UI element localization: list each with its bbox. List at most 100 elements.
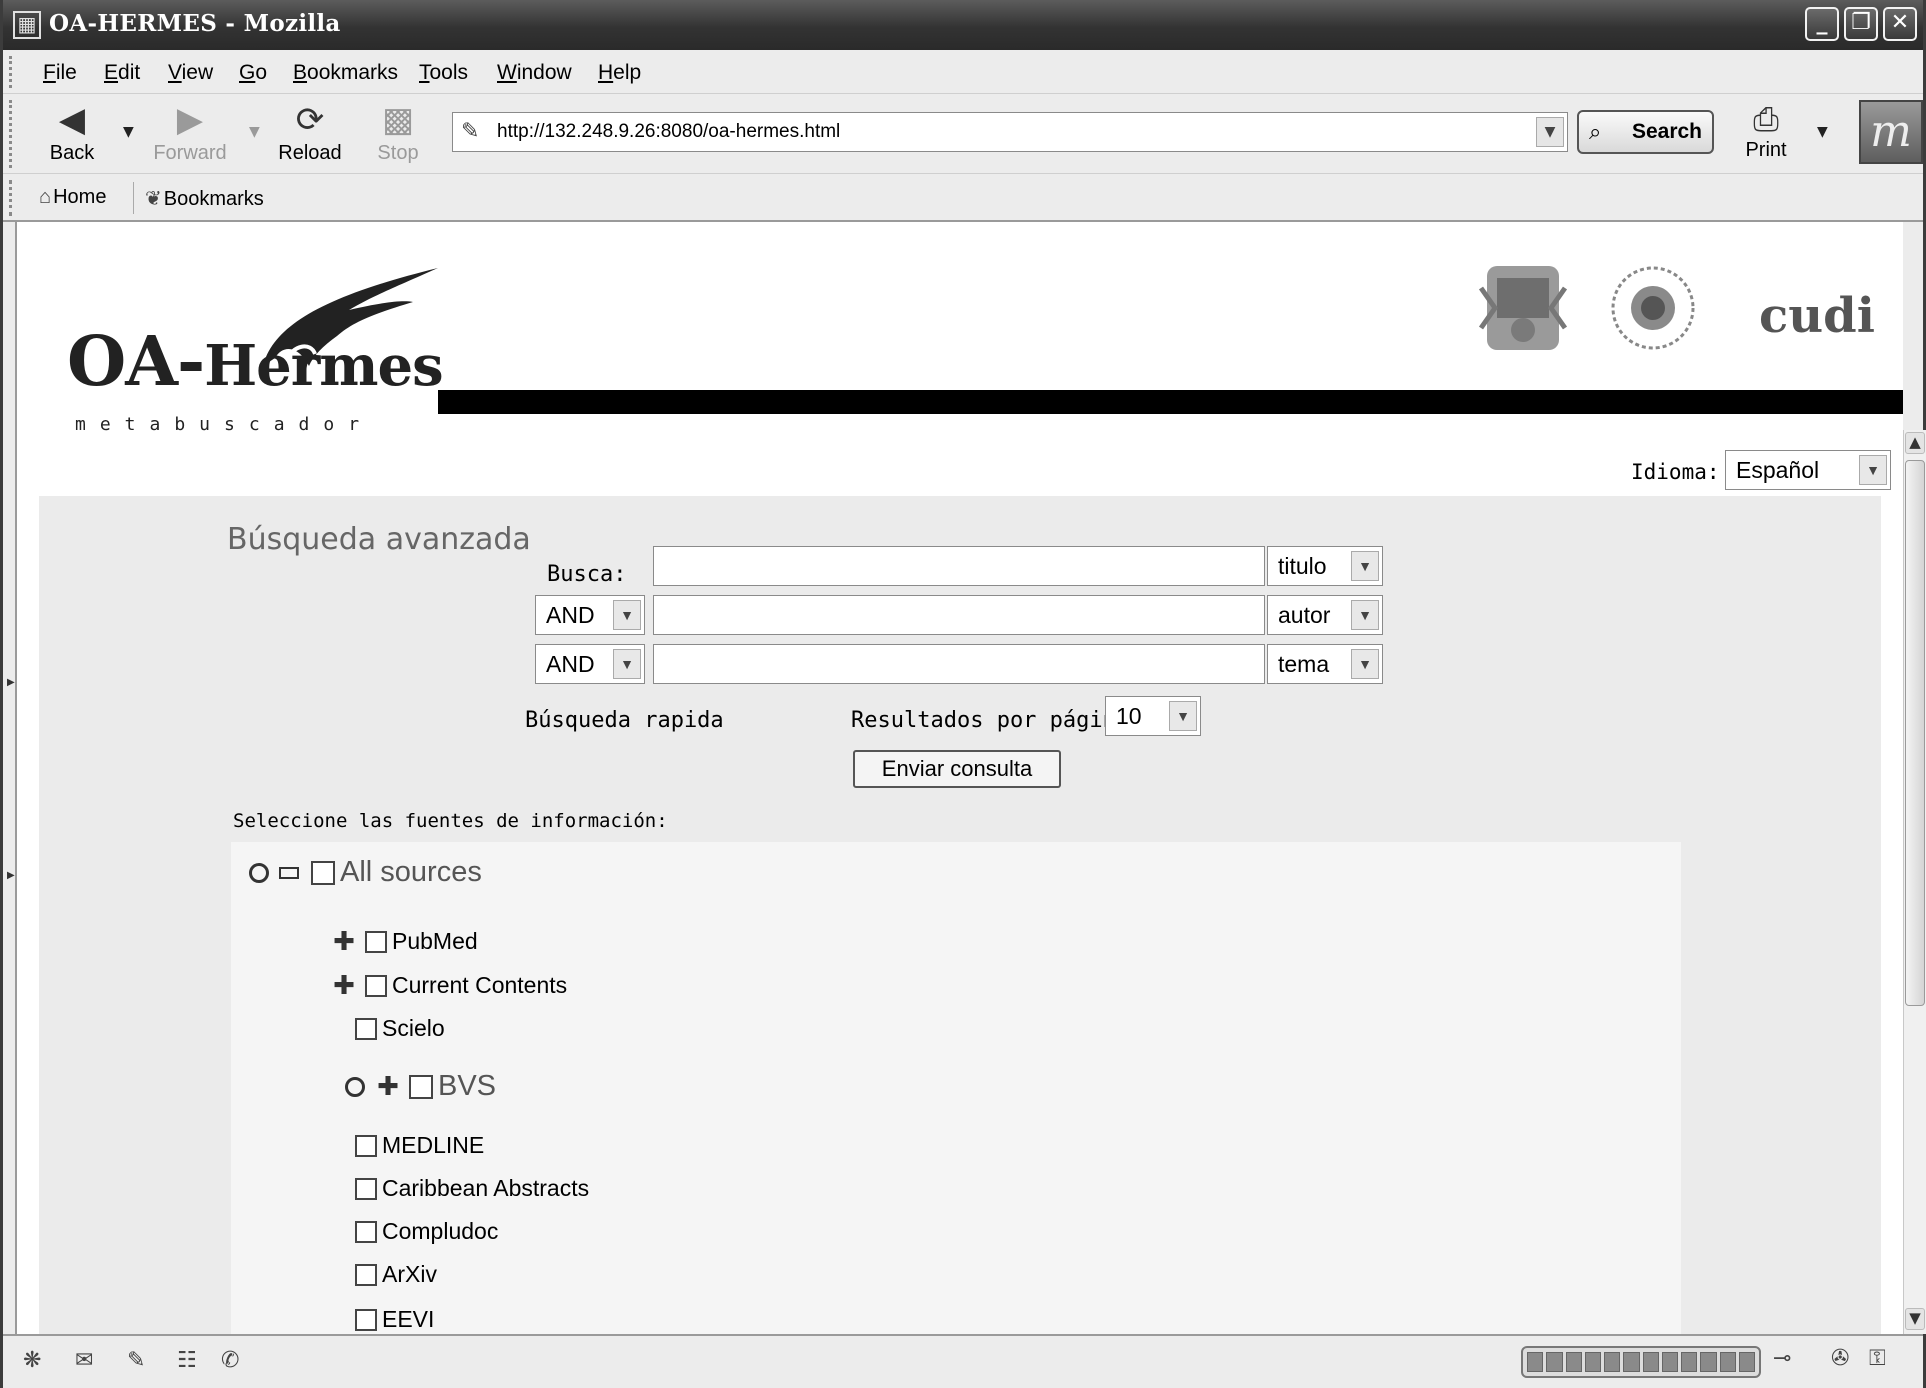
bvs-radio[interactable] (345, 1076, 365, 1097)
bvs-checkbox[interactable] (409, 1074, 433, 1099)
results-per-page-select[interactable]: 10 ▼ (1105, 696, 1201, 736)
medline-checkbox[interactable] (355, 1134, 377, 1157)
online-status-icon[interactable]: ⊸ (1773, 1346, 1791, 1371)
url-history-dropdown-icon[interactable]: ▼ (1536, 117, 1564, 147)
brand-subtitle: metabuscador (75, 414, 374, 435)
home-icon: ⌂ (39, 186, 52, 208)
sidebar-expand-icon[interactable]: ▶ (7, 870, 15, 881)
stop-button[interactable]: ▩ Stop (353, 98, 443, 170)
caribbean-checkbox[interactable] (355, 1177, 377, 1200)
mail-icon[interactable]: ✉ (75, 1348, 93, 1373)
pubmed-label: PubMed (392, 928, 478, 954)
chevron-down-icon[interactable]: ▼ (1351, 600, 1379, 630)
all-sources-radio[interactable] (249, 862, 269, 883)
field-select-2[interactable]: autor ▼ (1267, 595, 1383, 635)
sidebar-splitter[interactable]: ▶ ▶ (3, 222, 17, 1334)
toolbar-grip[interactable] (9, 180, 17, 216)
close-button[interactable]: ✕ (1883, 7, 1917, 41)
expand-plus-icon[interactable]: ✚ (331, 928, 357, 955)
language-select[interactable]: Español ▼ (1725, 450, 1891, 490)
search-term-input-3[interactable] (653, 644, 1265, 684)
language-value: Español (1736, 457, 1820, 483)
operator-select-2[interactable]: AND ▼ (535, 595, 645, 635)
security-lock-icon[interactable]: ⚿ (1869, 1346, 1886, 1371)
reload-button[interactable]: ⟳ Reload (265, 98, 355, 170)
menu-file[interactable]: File (43, 61, 77, 85)
menu-go[interactable]: Go (239, 61, 267, 85)
back-history-dropdown-icon[interactable]: ▼ (123, 124, 134, 140)
scrollbar-thumb[interactable] (1905, 460, 1925, 1006)
forward-arrow-icon: ▶ (176, 100, 204, 140)
back-button[interactable]: ◀ Back (27, 98, 117, 170)
menu-view[interactable]: View (168, 61, 213, 85)
results-per-page-value: 10 (1116, 703, 1142, 729)
submit-query-button[interactable]: Enviar consulta (853, 750, 1061, 788)
chevron-down-icon[interactable]: ▼ (613, 649, 641, 679)
toolbar-separator (133, 182, 134, 214)
cookie-icon[interactable]: ✇ (1831, 1346, 1849, 1371)
field-select-1[interactable]: titulo ▼ (1267, 546, 1383, 586)
forward-history-dropdown-icon[interactable]: ▼ (249, 124, 260, 140)
scielo-checkbox[interactable] (355, 1017, 377, 1040)
minimize-button[interactable]: _ (1805, 7, 1839, 41)
menu-tools[interactable]: Tools (419, 61, 468, 85)
toolbar-grip[interactable] (9, 56, 17, 88)
expand-plus-icon[interactable]: ✚ (331, 972, 357, 999)
menu-edit[interactable]: Edit (104, 61, 140, 85)
brand-hermes: Hermes (204, 333, 443, 399)
quick-search-link[interactable]: Búsqueda rapida (525, 708, 724, 733)
scroll-down-arrow-icon[interactable]: ▼ (1905, 1308, 1925, 1330)
menu-window[interactable]: Window (497, 61, 572, 85)
search-term-input-2[interactable] (653, 595, 1265, 635)
navigator-icon[interactable]: ❋ (23, 1348, 41, 1373)
eevi-checkbox[interactable] (355, 1308, 377, 1331)
mozilla-app-icon: ▦ (13, 11, 41, 39)
collapse-icon[interactable] (279, 866, 299, 879)
url-bar[interactable]: ✎ ▼ (452, 112, 1568, 152)
chevron-down-icon[interactable]: ▼ (1351, 649, 1379, 679)
home-button[interactable]: ⌂ Home (39, 186, 106, 209)
search-button[interactable]: ⌕ Search (1577, 110, 1714, 154)
print-button[interactable]: ⎙ Print (1731, 98, 1801, 170)
vertical-scrollbar[interactable]: ▲ ▼ (1903, 430, 1926, 1334)
all-sources-checkbox[interactable] (311, 860, 335, 885)
progress-segment (1681, 1352, 1698, 1372)
forward-button[interactable]: ▶ Forward (145, 98, 235, 170)
progress-segment (1546, 1352, 1563, 1372)
search-term-input-1[interactable] (653, 546, 1265, 586)
composer-icon[interactable]: ✎ (127, 1348, 145, 1373)
field-select-3[interactable]: tema ▼ (1267, 644, 1383, 684)
progress-segment (1565, 1352, 1582, 1372)
chat-icon[interactable]: ✆ (221, 1348, 239, 1373)
source-all-row: All sources (249, 856, 482, 889)
browser-window: ▦ OA-HERMES - Mozilla _ ❐ ✕ File Edit Vi… (0, 0, 1926, 1388)
source-scielo-row: Scielo (355, 1015, 445, 1042)
address-book-icon[interactable]: ☷ (177, 1348, 197, 1373)
compludoc-label: Compludoc (382, 1218, 499, 1244)
expand-plus-icon[interactable]: ✚ (375, 1073, 401, 1100)
chevron-down-icon[interactable]: ▼ (1859, 455, 1887, 485)
mozilla-throbber-icon[interactable]: m (1859, 100, 1923, 164)
menu-help[interactable]: Help (598, 61, 641, 85)
bookmarks-button[interactable]: ❦ Bookmarks (145, 186, 264, 211)
current-contents-checkbox[interactable] (365, 974, 387, 997)
pubmed-checkbox[interactable] (365, 930, 387, 953)
menu-bookmarks[interactable]: Bookmarks (293, 61, 398, 85)
scroll-up-arrow-icon[interactable]: ▲ (1905, 432, 1925, 454)
toolbar-grip[interactable] (9, 100, 17, 168)
arxiv-checkbox[interactable] (355, 1263, 377, 1286)
busca-label: Busca: (547, 562, 627, 587)
medline-label: MEDLINE (382, 1132, 485, 1158)
sidebar-expand-icon[interactable]: ▶ (7, 677, 15, 688)
operator-select-3[interactable]: AND ▼ (535, 644, 645, 684)
chevron-down-icon[interactable]: ▼ (1351, 551, 1379, 581)
source-bvs-row: ✚ BVS (345, 1070, 496, 1103)
home-label: Home (53, 186, 107, 208)
restore-button[interactable]: ❐ (1844, 7, 1878, 41)
chevron-down-icon[interactable]: ▼ (613, 600, 641, 630)
print-dropdown-icon[interactable]: ▼ (1817, 124, 1828, 140)
chevron-down-icon[interactable]: ▼ (1169, 701, 1197, 731)
url-input[interactable] (497, 119, 1507, 145)
page-proxy-icon[interactable]: ✎ (461, 119, 479, 144)
compludoc-checkbox[interactable] (355, 1220, 377, 1243)
